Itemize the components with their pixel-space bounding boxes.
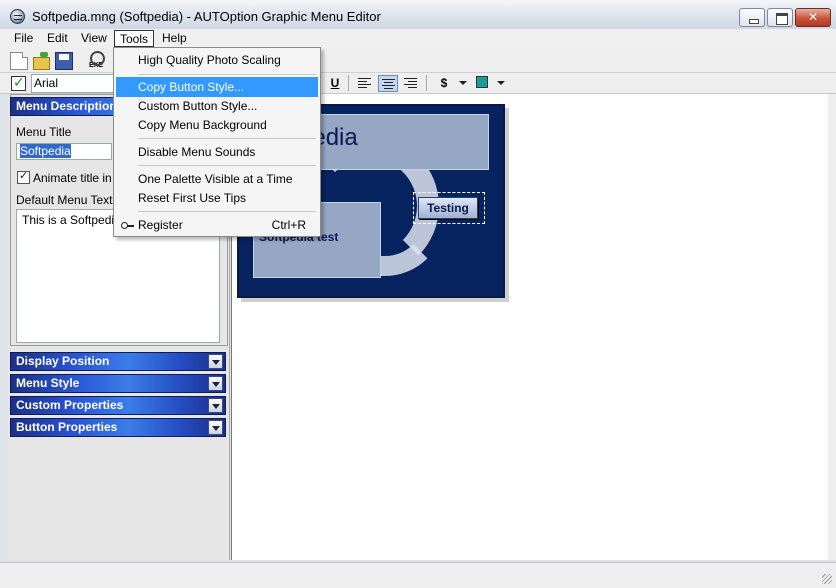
menu-tools[interactable]: Tools <box>114 30 155 47</box>
menu-help[interactable]: Help <box>157 30 192 47</box>
menu-item-high-quality-photo-scaling[interactable]: High Quality Photo Scaling <box>116 50 318 70</box>
menu-item-custom-button-style[interactable]: Custom Button Style... <box>116 96 318 116</box>
menu-item-disable-menu-sounds[interactable]: Disable Menu Sounds <box>116 142 318 162</box>
custom-properties-header[interactable]: Custom Properties <box>10 396 226 415</box>
menu-file[interactable]: File <box>9 30 38 47</box>
section-label: Button Properties <box>16 420 118 434</box>
dollar-icon[interactable]: $ <box>434 74 454 92</box>
button-properties-header[interactable]: Button Properties <box>10 418 226 437</box>
title-bar: Softpedia.mng (Softpedia) - AUTOption Gr… <box>0 0 836 30</box>
apply-check-icon[interactable] <box>11 74 26 91</box>
display-position-header[interactable]: Display Position <box>10 352 226 371</box>
close-button[interactable] <box>795 8 831 27</box>
menu-separator <box>138 138 316 139</box>
menu-item-one-palette-visible[interactable]: One Palette Visible at a Time <box>116 169 318 189</box>
menu-title-label: Menu Title <box>16 125 72 139</box>
menu-style-header[interactable]: Menu Style <box>10 374 226 393</box>
app-icon[interactable] <box>10 9 25 24</box>
build-exe-icon[interactable]: EXE <box>86 51 106 71</box>
toolbar-separator <box>348 75 349 91</box>
tools-menu: High Quality Photo Scaling Copy Button S… <box>113 47 321 237</box>
window-title: Softpedia.mng (Softpedia) - AUTOption Gr… <box>32 9 381 24</box>
chevron-down-icon[interactable] <box>459 81 467 85</box>
key-icon <box>121 222 134 229</box>
animate-title-checkbox[interactable] <box>17 169 30 184</box>
chevron-down-icon[interactable] <box>208 376 223 391</box>
minimize-button[interactable] <box>739 8 765 27</box>
status-bar <box>0 562 836 588</box>
menu-view[interactable]: View <box>76 30 112 47</box>
open-folder-icon[interactable] <box>32 52 50 70</box>
register-label: Register <box>138 218 183 232</box>
menu-description-label: Menu Description <box>16 99 117 113</box>
chevron-down-icon[interactable] <box>208 398 223 413</box>
save-disk-icon[interactable] <box>55 52 73 70</box>
menu-edit[interactable]: Edit <box>42 30 73 47</box>
chevron-down-icon[interactable] <box>208 354 223 369</box>
preview-testing-button[interactable]: Testing <box>418 197 478 219</box>
menu-item-copy-button-style[interactable]: Copy Button Style... <box>116 77 318 97</box>
section-label: Menu Style <box>16 376 80 390</box>
menu-title-input[interactable]: Softpedia <box>16 143 112 160</box>
new-file-icon[interactable] <box>10 52 28 70</box>
chevron-down-icon[interactable] <box>208 420 223 435</box>
underline-button[interactable]: U <box>325 74 345 92</box>
align-center-icon[interactable] <box>378 75 398 92</box>
chevron-down-icon[interactable] <box>497 81 505 85</box>
toolbar-separator <box>426 75 427 91</box>
section-label: Display Position <box>16 354 110 368</box>
menu-item-copy-menu-background[interactable]: Copy Menu Background <box>116 115 318 135</box>
menu-separator <box>138 165 316 166</box>
align-left-icon[interactable] <box>355 75 375 92</box>
font-name-field[interactable]: Arial <box>31 74 115 93</box>
menu-title-value: Softpedia <box>20 144 71 158</box>
section-label: Custom Properties <box>16 398 124 412</box>
menu-item-register[interactable]: Register Ctrl+R <box>116 215 318 235</box>
menu-separator <box>138 74 316 75</box>
menu-item-reset-first-use-tips[interactable]: Reset First Use Tips <box>116 188 318 208</box>
menu-separator <box>138 211 316 212</box>
align-right-icon[interactable] <box>401 75 421 92</box>
default-menu-text-label: Default Menu Text <box>16 193 113 207</box>
color-swatch-icon[interactable] <box>476 76 488 88</box>
canvas-edge <box>828 94 836 560</box>
animate-title-label: Animate title in ta <box>33 171 126 185</box>
register-shortcut: Ctrl+R <box>271 218 306 232</box>
maximize-button[interactable] <box>767 8 793 27</box>
menu-bar: File Edit View Tools Help <box>0 29 836 48</box>
